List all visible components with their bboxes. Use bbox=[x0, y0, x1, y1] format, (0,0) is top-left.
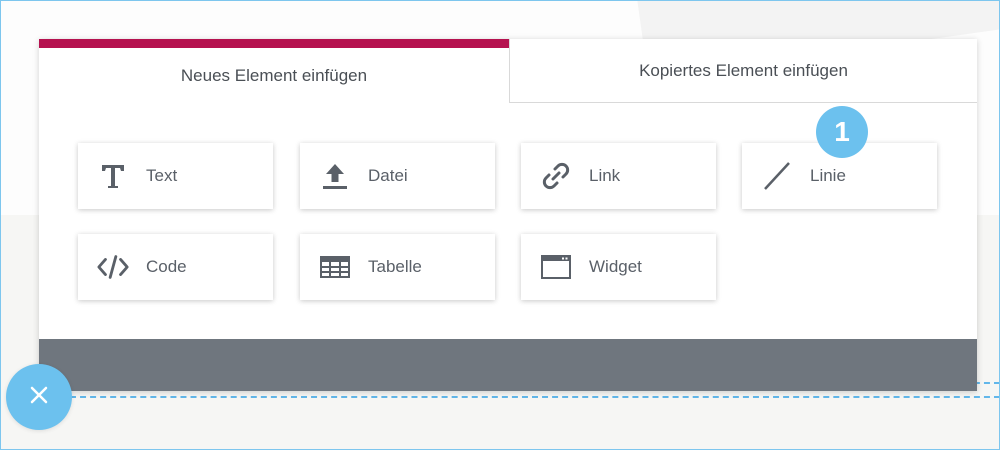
drop-zone-line-bottom bbox=[70, 396, 1000, 398]
element-link-button[interactable]: Link bbox=[521, 143, 716, 209]
element-widget-label: Widget bbox=[589, 257, 642, 276]
element-line-label: Linie bbox=[810, 166, 846, 185]
table-icon bbox=[318, 250, 352, 284]
link-icon bbox=[539, 159, 573, 193]
tab-bar: Neues Element einfügen Kopiertes Element… bbox=[39, 39, 977, 103]
widget-icon bbox=[539, 250, 573, 284]
element-file-button[interactable]: Datei bbox=[300, 143, 495, 209]
element-link-label: Link bbox=[589, 166, 621, 185]
text-icon bbox=[96, 159, 130, 193]
element-text-button[interactable]: Text bbox=[78, 143, 273, 209]
close-button[interactable] bbox=[6, 364, 72, 430]
line-icon bbox=[760, 159, 794, 193]
insert-element-panel: Neues Element einfügen Kopiertes Element… bbox=[39, 39, 977, 391]
upload-icon bbox=[318, 159, 352, 193]
element-text-label: Text bbox=[146, 166, 178, 185]
element-file-label: Datei bbox=[368, 166, 408, 185]
tab-copied-element-label: Kopiertes Element einfügen bbox=[639, 60, 848, 80]
code-icon bbox=[96, 250, 130, 284]
panel-footer bbox=[39, 339, 977, 391]
element-table-label: Tabelle bbox=[368, 257, 422, 276]
tab-copied-element[interactable]: Kopiertes Element einfügen bbox=[509, 39, 977, 103]
element-code-label: Code bbox=[146, 257, 187, 276]
element-widget-button[interactable]: Widget bbox=[521, 234, 716, 300]
tab-new-element[interactable]: Neues Element einfügen bbox=[39, 39, 509, 103]
tab-new-element-label: Neues Element einfügen bbox=[180, 65, 368, 85]
close-icon bbox=[28, 384, 50, 411]
element-table-button[interactable]: Tabelle bbox=[300, 234, 495, 300]
element-code-button[interactable]: Code bbox=[78, 234, 273, 300]
step-badge: 1 bbox=[816, 106, 868, 158]
step-badge-number: 1 bbox=[834, 116, 850, 147]
